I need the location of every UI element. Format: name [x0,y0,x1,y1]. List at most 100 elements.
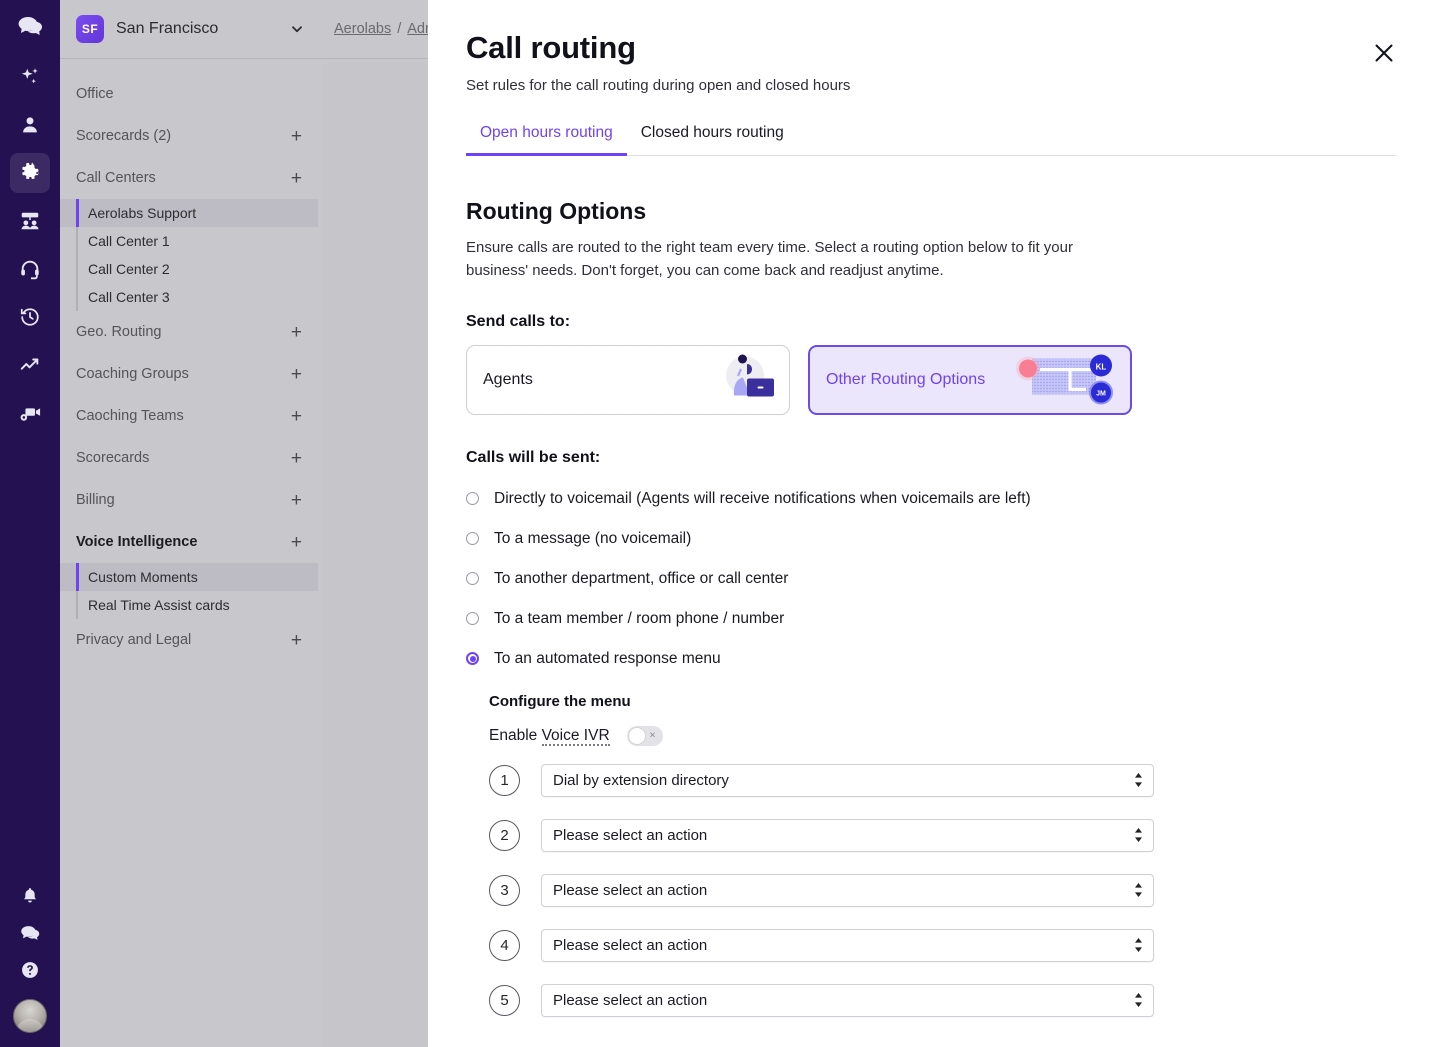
modal-tabs: Open hours routing Closed hours routing [466,124,1397,156]
trending-up-icon[interactable] [10,345,50,385]
sidebar-group-scorecards-2[interactable]: Scorecards (2)+ [60,115,318,157]
radio-selected[interactable] [466,652,479,665]
radio-unselected[interactable] [466,612,479,625]
sidebar-group-privacy-and-legal[interactable]: Privacy and Legal + [60,619,318,661]
sidebar-group-label: Coaching Groups [76,366,189,382]
sidebar-group-geo-routing[interactable]: Geo. Routing+ [60,311,318,353]
tab-closed-hours-routing[interactable]: Closed hours routing [627,124,798,155]
destination-cards: Agents Other Routi [466,345,1397,415]
destination-card-label: Agents [483,371,533,389]
sidebar-section-office: Office [60,73,318,115]
question-circle-icon[interactable] [20,960,40,985]
sidebar-group-label: Billing [76,492,115,508]
voice-ivr-toggle[interactable]: × [627,726,663,746]
plus-icon[interactable]: + [291,323,302,342]
tab-open-hours-routing[interactable]: Open hours routing [466,124,627,155]
radio-option-1[interactable]: To a message (no voicemail) [466,519,1397,559]
routing-options-description: Ensure calls are routed to the right tea… [466,236,1131,283]
office-sidebar: SF San Francisco Office Scorecards (2)+C… [60,0,318,1047]
plus-icon[interactable]: + [291,169,302,188]
sidebar-item-label: Call Center 1 [88,233,170,249]
radio-option-0[interactable]: Directly to voicemail (Agents will recei… [466,479,1397,519]
sidebar-group-label: Voice Intelligence [76,534,197,550]
toggle-off-mark: × [649,730,655,741]
sidebar-item-call-center-3[interactable]: Call Center 3 [60,283,318,311]
radio-option-label: To an automated response menu [494,650,721,668]
radio-option-2[interactable]: To another department, office or call ce… [466,559,1397,599]
ivr-menu-row: 3Please select an action [489,874,1397,907]
sidebar-group-coaching-groups[interactable]: Coaching Groups + [60,353,318,395]
video-settings-icon[interactable] [10,393,50,433]
radio-option-label: Directly to voicemail (Agents will recei… [494,490,1031,508]
ivr-action-select-2[interactable]: Please select an action [541,819,1154,852]
ivr-action-select-3[interactable]: Please select an action [541,874,1154,907]
sidebar-group-scorecards[interactable]: Scorecards + [60,437,318,479]
team-meeting-icon[interactable] [10,201,50,241]
select-updown-arrows-icon [1134,993,1143,1007]
agent-at-laptop-illustration [717,351,777,408]
plus-icon[interactable]: + [291,449,302,468]
headset-icon[interactable] [10,249,50,289]
ivr-menu-row: 5 Please select an action [489,984,1397,1017]
office-switcher[interactable]: SF San Francisco [60,0,318,59]
close-icon[interactable] [1369,38,1399,68]
radio-option-label: To another department, office or call ce… [494,570,788,588]
sidebar-group-call-centers[interactable]: Call Centers+ [60,157,318,199]
radio-unselected[interactable] [466,492,479,505]
ivr-action-select-5[interactable]: Please select an action [541,984,1154,1017]
radio-option-4[interactable]: To an automated response menu [466,639,1397,679]
sidebar-group-voice-intelligence[interactable]: Voice Intelligence + [60,521,318,563]
sparkle-ai-icon[interactable] [10,57,50,97]
chat-bubbles-icon[interactable] [20,925,40,946]
breadcrumb-item-0[interactable]: Aerolabs [334,21,391,37]
ivr-menu-row: 4Please select an action [489,929,1397,962]
plus-icon[interactable]: + [291,127,302,146]
chevron-down-icon[interactable] [290,22,304,36]
sidebar-item-aerolabs-support[interactable]: Aerolabs Support [60,199,318,227]
rail-bottom-items [0,886,60,1033]
sidebar-group-label: Scorecards [76,450,149,466]
call-routing-modal: Call routing Set rules for the call rout… [428,0,1435,1047]
gear-icon[interactable] [10,153,50,193]
plus-icon[interactable]: + [291,407,302,426]
bell-icon[interactable] [20,886,40,911]
ivr-action-select-4[interactable]: Please select an action [541,929,1154,962]
ivr-menu-row: 2Please select an action [489,819,1397,852]
office-name: San Francisco [116,20,290,38]
sidebar-group-caoching-teams[interactable]: Caoching Teams+ [60,395,318,437]
voice-ivr-term[interactable]: Voice IVR [542,727,610,746]
radio-unselected[interactable] [466,572,479,585]
modal-subtitle: Set rules for the call routing during op… [466,77,1397,94]
sidebar-item-custom-moments[interactable]: Custom Moments [60,563,318,591]
plus-icon[interactable]: + [291,491,302,510]
configure-menu-title: Configure the menu [489,693,1397,710]
destination-card-other-routing-options[interactable]: Other Routing Options [808,345,1132,415]
user-avatar[interactable] [13,999,47,1033]
office-badge: SF [76,15,104,43]
ivr-action-select-1[interactable]: Dial by extension directory [541,764,1154,797]
select-updown-arrows-icon [1134,828,1143,842]
plus-icon[interactable]: + [291,533,302,552]
history-clock-icon[interactable] [10,297,50,337]
plus-icon[interactable]: + [291,365,302,384]
sidebar-item-call-center-1[interactable]: Call Center 1 [60,227,318,255]
send-calls-to-label: Send calls to: [466,313,1397,331]
rail-items [10,53,50,437]
sidebar-group-billing[interactable]: Billing + [60,479,318,521]
plus-icon[interactable]: + [291,631,302,650]
routing-radio-group: Directly to voicemail (Agents will recei… [466,479,1397,679]
sidebar-item-label: Real Time Assist cards [88,597,230,613]
person-icon[interactable] [10,105,50,145]
sidebar-item-real-time-assist-cards[interactable]: Real Time Assist cards [60,591,318,619]
sidebar-group-label: Privacy and Legal [76,632,191,648]
radio-option-3[interactable]: To a team member / room phone / number [466,599,1397,639]
chat-bubbles-logo[interactable] [17,16,43,41]
sidebar-item-call-center-2[interactable]: Call Center 2 [60,255,318,283]
radio-unselected[interactable] [466,532,479,545]
destination-card-agents[interactable]: Agents [466,345,790,415]
ivr-key-number: 5 [489,985,520,1016]
svg-text:JM: JM [1096,390,1106,397]
enable-voice-ivr-row: Enable Voice IVR × [489,726,1397,746]
ivr-action-value: Please select an action [553,992,707,1009]
configure-menu-section: Configure the menu Enable Voice IVR × 1D… [489,693,1397,1017]
